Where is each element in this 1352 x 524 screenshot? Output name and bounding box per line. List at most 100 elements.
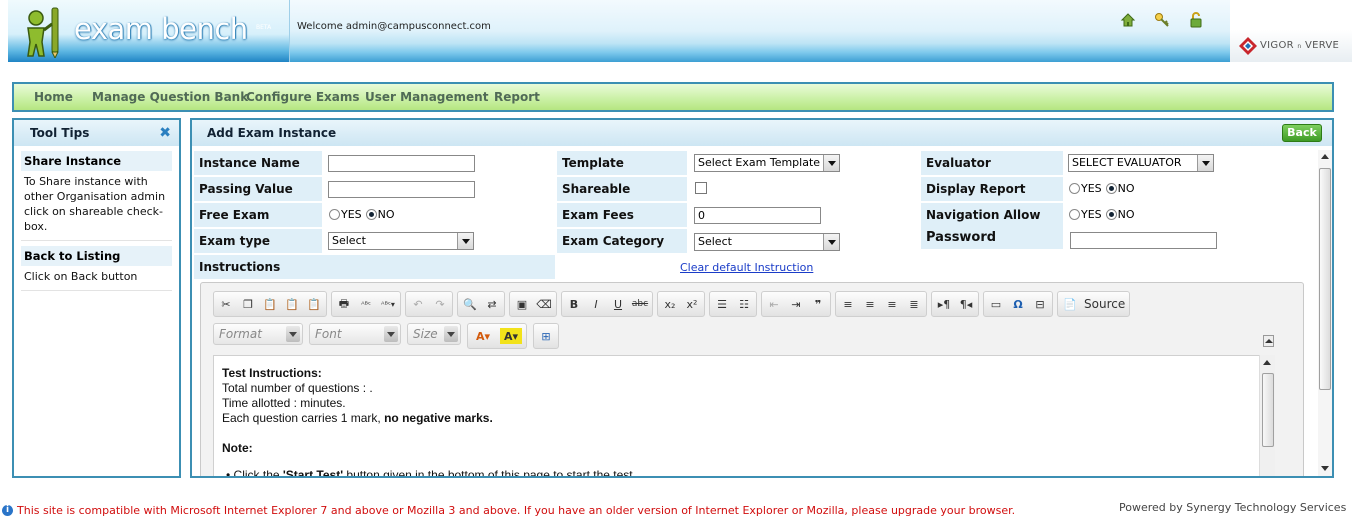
panel-scroll-thumb[interactable] <box>1319 168 1331 390</box>
lock-icon[interactable] <box>1188 12 1204 28</box>
navigation-allow-label: Navigation Allow <box>921 203 1063 227</box>
ltr-icon[interactable]: ▸¶ <box>936 296 952 312</box>
size-placeholder: Size <box>413 327 438 341</box>
exam-category-select[interactable]: Select <box>694 233 840 251</box>
navigation-allow-no-radio[interactable] <box>1105 209 1117 220</box>
powered-by-text: Powered by Synergy Technology Services <box>1119 501 1347 514</box>
toolbar-group-insert: ▭ Ω ⊟ <box>983 291 1053 317</box>
outdent-icon[interactable]: ⇤ <box>766 296 782 312</box>
evaluator-select[interactable]: SELECT EVALUATOR <box>1068 154 1214 172</box>
select-all-icon[interactable]: ▣ <box>514 296 530 312</box>
chevron-down-icon <box>457 233 473 249</box>
password-input[interactable] <box>1070 232 1217 249</box>
rtl-icon[interactable]: ¶◂ <box>958 296 974 312</box>
paste-word-icon[interactable]: 📋 <box>306 296 322 312</box>
toolbar-group-select: ▣ ⌫ <box>509 291 557 317</box>
instance-name-input[interactable] <box>328 155 475 172</box>
compatibility-warning: i This site is compatible with Microsoft… <box>2 504 1015 517</box>
source-button[interactable]: Source <box>1084 296 1125 312</box>
redo-icon[interactable]: ↷ <box>432 296 448 312</box>
shareable-checkbox[interactable] <box>695 182 707 194</box>
header: exam bench BETA Welcome admin@campusconn… <box>8 0 1352 62</box>
page-break-icon[interactable]: ⊟ <box>1032 296 1048 312</box>
underline-icon[interactable]: U <box>610 296 626 312</box>
scroll-down-icon[interactable] <box>1321 466 1329 471</box>
find-icon[interactable]: 🔍 <box>462 296 478 312</box>
template-value: Select Exam Template <box>698 156 821 169</box>
panel-title: Add Exam Instance <box>207 126 337 140</box>
spellcheck-icon[interactable]: ᴬᴮᶜ <box>358 296 374 312</box>
nav-report[interactable]: Report <box>494 90 540 104</box>
editor-scrollbar[interactable] <box>1259 355 1275 476</box>
undo-icon[interactable]: ↶ <box>410 296 426 312</box>
scroll-up-icon[interactable] <box>1321 154 1329 159</box>
font-combo[interactable]: Font <box>309 323 401 345</box>
free-exam-no-radio[interactable] <box>365 209 377 220</box>
partner-logo-n: n <box>1297 43 1302 50</box>
justify-icon[interactable]: ≣ <box>906 296 922 312</box>
close-icon[interactable]: ✖ <box>159 125 171 141</box>
text-color-icon[interactable]: A▾ <box>472 328 494 344</box>
chevron-down-icon <box>823 155 839 171</box>
partner-logo-word2: VERVE <box>1304 40 1340 51</box>
free-exam-yes-radio[interactable] <box>329 209 340 220</box>
size-combo[interactable]: Size <box>407 323 461 345</box>
print-icon[interactable]: 🖶 <box>336 296 352 312</box>
passing-value-input[interactable] <box>328 181 475 198</box>
paste-icon[interactable]: 📋 <box>262 296 278 312</box>
cut-icon[interactable]: ✂ <box>218 296 234 312</box>
panel-scrollbar[interactable] <box>1318 150 1332 476</box>
nav-user-management[interactable]: User Management <box>365 90 488 104</box>
editor-scroll-thumb[interactable] <box>1262 373 1274 447</box>
bg-color-icon[interactable]: A▾ <box>500 328 522 344</box>
spellcheck-as-you-type-icon[interactable]: ᴬᴮᶜ▾ <box>380 296 396 312</box>
display-report-yes-radio[interactable] <box>1069 183 1080 194</box>
back-button[interactable]: Back <box>1282 124 1322 142</box>
chevron-down-icon <box>286 326 300 342</box>
toolbar-group-colors: A▾ A▾ <box>467 323 527 349</box>
remove-format-icon[interactable]: ⌫ <box>536 296 552 312</box>
italic-icon[interactable]: I <box>588 296 604 312</box>
subscript-icon[interactable]: x₂ <box>662 296 678 312</box>
horizontal-rule-icon[interactable]: ▭ <box>988 296 1004 312</box>
editor-content[interactable]: Test Instructions: Total number of quest… <box>213 355 1275 478</box>
partner-logo: VIGOR n VERVE <box>1230 30 1352 62</box>
exam-fees-input[interactable] <box>694 207 821 224</box>
content-bullet-suffix: button given in the bottom of this page … <box>343 468 636 478</box>
numbered-list-icon[interactable]: ☰ <box>714 296 730 312</box>
nav-manage-question-bank[interactable]: Manage Question Bank <box>92 90 248 104</box>
key-icon[interactable] <box>1154 12 1170 28</box>
compatibility-warning-text: This site is compatible with Microsoft I… <box>17 504 1016 517</box>
blockquote-icon[interactable]: ❞ <box>810 296 826 312</box>
replace-icon[interactable]: ⇄ <box>484 296 500 312</box>
align-center-icon[interactable]: ≡ <box>862 296 878 312</box>
instructions-label: Instructions <box>194 255 555 279</box>
superscript-icon[interactable]: x² <box>684 296 700 312</box>
align-left-icon[interactable]: ≡ <box>840 296 856 312</box>
navigation-allow-yes-radio[interactable] <box>1069 209 1080 220</box>
indent-icon[interactable]: ⇥ <box>788 296 804 312</box>
maximize-icon[interactable]: ⊞ <box>538 328 554 344</box>
bulleted-list-icon[interactable]: ☷ <box>736 296 752 312</box>
copy-icon[interactable]: ❐ <box>240 296 256 312</box>
collapse-toolbar-button[interactable] <box>1263 335 1274 347</box>
exam-type-select[interactable]: Select <box>328 232 474 250</box>
evaluator-label: Evaluator <box>921 151 1063 175</box>
bold-icon[interactable]: B <box>566 296 582 312</box>
add-exam-instance-panel: Add Exam Instance Back Instance Name Pas… <box>190 118 1334 478</box>
template-select[interactable]: Select Exam Template <box>694 154 840 172</box>
clear-default-instruction-link[interactable]: Clear default Instruction <box>680 261 813 274</box>
logo-box[interactable]: exam bench BETA <box>8 0 290 62</box>
nav-configure-exams[interactable]: Configure Exams <box>246 90 360 104</box>
strikethrough-icon[interactable]: abc <box>632 296 648 312</box>
nav-home[interactable]: Home <box>34 90 73 104</box>
display-report-no-radio[interactable] <box>1105 183 1117 194</box>
paste-text-icon[interactable]: 📋 <box>284 296 300 312</box>
align-right-icon[interactable]: ≡ <box>884 296 900 312</box>
exam-category-value: Select <box>698 235 732 248</box>
home-icon[interactable] <box>1120 12 1136 28</box>
scroll-up-icon[interactable] <box>1263 360 1271 365</box>
format-combo[interactable]: Format <box>213 323 303 345</box>
page: exam bench BETA Welcome admin@campusconn… <box>0 0 1352 524</box>
special-char-icon[interactable]: Ω <box>1010 296 1026 312</box>
